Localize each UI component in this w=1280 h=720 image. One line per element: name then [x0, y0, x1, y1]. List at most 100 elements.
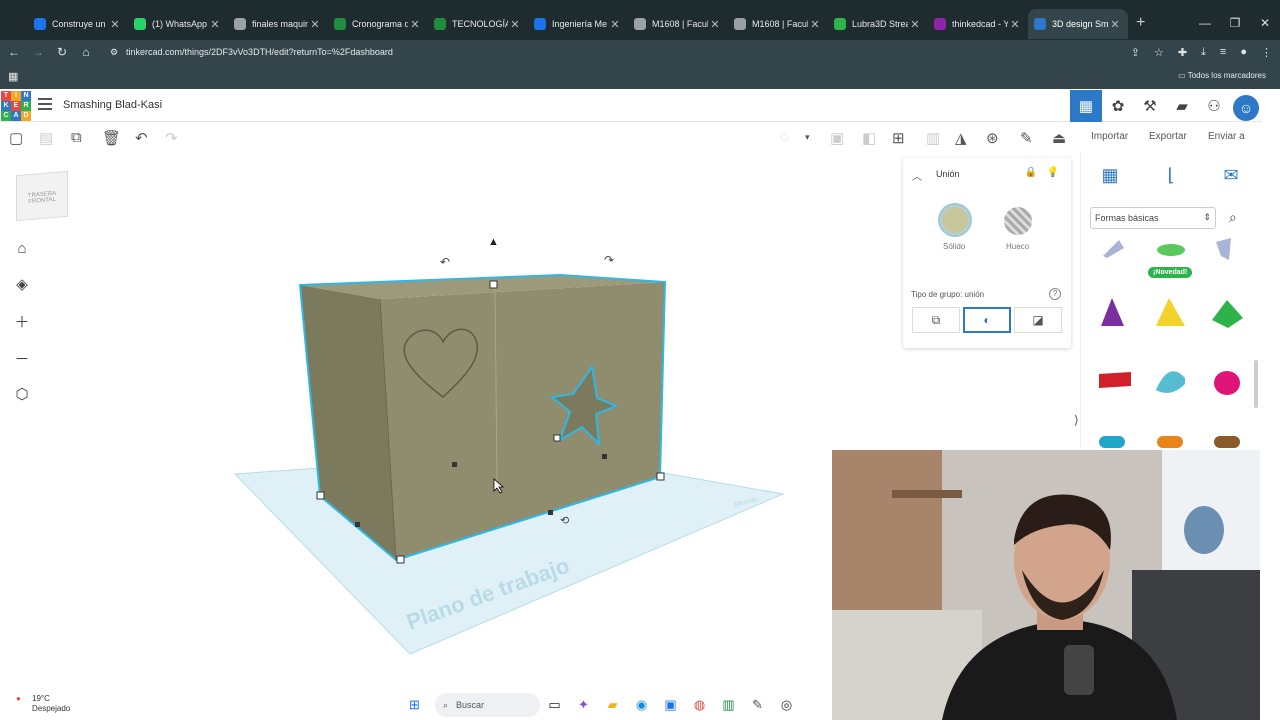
grid-icon[interactable]: ▦ [1095, 160, 1125, 190]
shape-tile-half-cylinder[interactable] [1156, 371, 1185, 393]
avatar[interactable]: ☺ [1230, 90, 1262, 122]
media-icon[interactable]: ≡ [1220, 46, 1226, 58]
task-view-icon[interactable]: ▭ [540, 697, 569, 713]
design-title[interactable]: Smashing Blad-Kasi [63, 99, 162, 111]
search-icon[interactable]: ⌕ [1229, 209, 1237, 226]
url-field[interactable]: ⚙ tinkercad.com/things/2DF3vVo3DTH/edit?… [108, 40, 1068, 64]
new-shape-icon[interactable]: ▢ [9, 129, 23, 147]
redo-icon[interactable]: ↷ [165, 129, 178, 147]
shape-tile-cone[interactable] [1101, 298, 1124, 326]
cruise-icon[interactable]: ⊛ [986, 129, 999, 147]
tinkercad-logo[interactable]: TINKERCAD [1, 91, 31, 121]
chrome-icon[interactable]: ◍ [685, 697, 714, 713]
weather-widget[interactable]: ● 19°C Despejado [16, 694, 70, 714]
shape-tile-partial-row-2[interactable] [1157, 436, 1183, 448]
tab-close-icon[interactable]: ✕ [1108, 18, 1122, 31]
pen-app-icon[interactable]: ✎ [743, 697, 772, 713]
undo-icon[interactable]: ↶ [135, 129, 148, 147]
collapse-panel-chevron-icon[interactable]: ⟩ [1074, 413, 1079, 427]
browser-tab[interactable]: Lubra3D Strea ✕ [828, 9, 928, 39]
height-arrow-icon[interactable]: ▲ [488, 236, 499, 248]
install-icon[interactable]: ⇪ [1131, 46, 1140, 59]
tab-close-icon[interactable]: ✕ [1008, 18, 1022, 31]
workplane-viewport[interactable]: Plano de trabajo Mbordo ▲ ↶ ↷ ⟲ [0, 152, 900, 687]
bookmark-star-icon[interactable]: ☆ [1154, 46, 1164, 59]
shape-tile-partial-row-3[interactable] [1214, 436, 1240, 448]
tab-close-icon[interactable]: ✕ [308, 18, 322, 31]
minimize-icon[interactable]: — [1190, 16, 1220, 30]
file-explorer-icon[interactable]: ▰ [598, 697, 627, 713]
browser-tab[interactable]: (1) WhatsApp ✕ [128, 9, 228, 39]
help-icon[interactable]: ? [1049, 288, 1061, 300]
taskbar-search[interactable]: ⌕ Buscar [435, 693, 540, 717]
shape-tile-partial-1[interactable] [1103, 240, 1124, 258]
browser-tab[interactable]: M1608 | Facult ✕ [628, 9, 728, 39]
solid-option[interactable] [940, 205, 970, 235]
app-icon[interactable]: ▥ [714, 697, 743, 713]
browser-tab[interactable]: TECNOLOGÍAS✕ [428, 9, 528, 39]
store-icon[interactable]: ▣ [656, 697, 685, 713]
tab-close-icon[interactable]: ✕ [808, 18, 822, 31]
site-info-icon[interactable]: ⚙ [110, 47, 118, 58]
browser-tab[interactable]: finales maquin ✕ [228, 9, 328, 39]
shape-tile-sphere[interactable] [1214, 371, 1240, 395]
tab-close-icon[interactable]: ✕ [608, 18, 622, 31]
extensions-icon[interactable]: ✚ [1178, 46, 1187, 59]
browser-tab[interactable]: Cronograma d ✕ [328, 9, 428, 39]
shape-tile-pyramid[interactable] [1156, 298, 1185, 326]
align-icon[interactable]: ⊞ [892, 129, 905, 147]
paste-icon[interactable]: ▤ [39, 129, 53, 147]
add-user-icon[interactable]: ⚇ [1198, 90, 1230, 122]
import-button[interactable]: Importar [1091, 131, 1128, 142]
tab-close-icon[interactable]: ✕ [508, 18, 522, 31]
shape-tile-partial-row-1[interactable] [1099, 436, 1125, 448]
browser-tab[interactable]: M1608 | Facult ✕ [728, 9, 828, 39]
windows-start-icon[interactable]: ⊞ [400, 697, 429, 713]
workplane-icon[interactable]: ⏏ [1052, 129, 1066, 147]
chevron-down-icon[interactable]: ▾ [805, 132, 810, 143]
flip-dim-icon[interactable]: ▥ [926, 129, 940, 147]
group-type-union-icon[interactable]: ◐ [963, 307, 1011, 333]
light-icon[interactable]: ◌ [780, 129, 789, 146]
codeblocks-icon[interactable]: ✿ [1102, 90, 1134, 122]
browser-tab[interactable]: 3D design Sm ✕ [1028, 9, 1128, 39]
browser-tab[interactable]: thinkedcad - Y ✕ [928, 9, 1028, 39]
maximize-icon[interactable]: ❐ [1220, 16, 1250, 30]
edge-icon[interactable]: ◉ [627, 697, 656, 713]
rotate-handle-left-icon[interactable]: ↶ [440, 255, 450, 269]
rotate-handle-bottom-icon[interactable]: ⟲ [560, 515, 569, 527]
shape-tile-roof[interactable] [1212, 300, 1243, 328]
pickaxe-icon[interactable]: ⚒ [1134, 90, 1166, 122]
shape-tile-partial-3[interactable] [1216, 238, 1231, 260]
new-tab-button[interactable]: + [1136, 14, 1145, 32]
tab-close-icon[interactable]: ✕ [208, 18, 222, 31]
notes-icon[interactable]: ✉ [1216, 160, 1246, 190]
forward-icon[interactable]: → [26, 45, 50, 59]
export-button[interactable]: Exportar [1149, 131, 1187, 142]
send-to-button[interactable]: Enviar a [1208, 131, 1245, 142]
visibility-bulb-icon[interactable]: 💡 [1047, 167, 1059, 178]
apps-grid-icon[interactable]: ▦ [8, 70, 18, 83]
tab-close-icon[interactable]: ✕ [908, 18, 922, 31]
duplicate-icon[interactable]: ⧉ [71, 129, 82, 146]
lock-icon[interactable]: 🔒 [1025, 167, 1037, 178]
ruler-corner-icon[interactable]: ⌊ [1156, 160, 1186, 190]
close-window-icon[interactable]: ✕ [1250, 16, 1280, 30]
group-type-outline-icon[interactable]: ◪ [1014, 307, 1062, 333]
shapes-scrollbar[interactable] [1254, 360, 1258, 408]
home-icon[interactable]: ⌂ [74, 45, 98, 59]
kebab-menu-icon[interactable]: ⋮ [1261, 46, 1272, 59]
all-bookmarks-link[interactable]: ▭ Todos los marcadores [1178, 71, 1266, 80]
3d-view-icon[interactable]: ▦ [1070, 90, 1102, 122]
briefcase-icon[interactable]: ▰ [1166, 90, 1198, 122]
reload-icon[interactable]: ↻ [50, 45, 74, 59]
tab-close-icon[interactable]: ✕ [708, 18, 722, 31]
shape-tile-text[interactable] [1099, 372, 1131, 388]
mirror-icon[interactable]: ◮ [955, 129, 967, 147]
browser-tab[interactable]: Ingeniería Me ✕ [528, 9, 628, 39]
shape-category-select[interactable]: Formas básicas ⇕ [1090, 207, 1216, 229]
browser-tab[interactable]: Construye un ✕ [28, 9, 128, 39]
copilot-icon[interactable]: ✦ [569, 697, 598, 713]
obs-icon[interactable]: ◎ [772, 697, 801, 713]
hole-option[interactable] [1004, 207, 1032, 235]
